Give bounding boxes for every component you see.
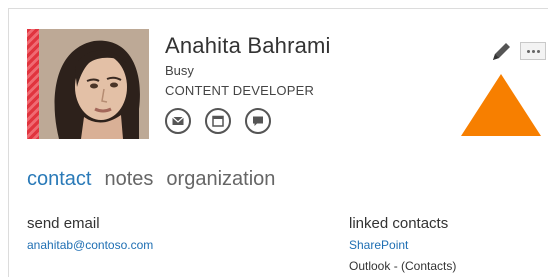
quick-actions xyxy=(165,108,271,134)
calendar-icon[interactable] xyxy=(205,108,231,134)
mail-icon[interactable] xyxy=(165,108,191,134)
tab-notes[interactable]: notes xyxy=(104,168,153,191)
chat-icon[interactable] xyxy=(245,108,271,134)
email-address-link[interactable]: anahitab@contoso.com xyxy=(27,238,153,252)
more-options-button[interactable] xyxy=(520,42,546,60)
dot-icon xyxy=(536,49,540,53)
presence-status: Busy xyxy=(165,63,194,78)
orange-triangle-marker xyxy=(461,74,541,136)
edit-pencil-icon[interactable] xyxy=(489,40,513,64)
send-email-label: send email xyxy=(27,215,100,232)
job-title: CONTENT DEVELOPER xyxy=(165,83,315,98)
contact-photo xyxy=(39,29,149,139)
dot-icon xyxy=(531,49,535,53)
tab-organization[interactable]: organization xyxy=(166,168,275,191)
linked-contact-outlook: Outlook - (Contacts) xyxy=(349,259,457,273)
tab-bar: contact notes organization xyxy=(27,168,288,191)
linked-contacts-label: linked contacts xyxy=(349,215,449,232)
dot-icon xyxy=(526,49,530,53)
presence-indicator xyxy=(27,29,39,139)
contact-name: Anahita Bahrami xyxy=(165,33,331,58)
linked-contact-sharepoint[interactable]: SharePoint xyxy=(349,238,408,252)
tab-contact[interactable]: contact xyxy=(27,168,91,191)
